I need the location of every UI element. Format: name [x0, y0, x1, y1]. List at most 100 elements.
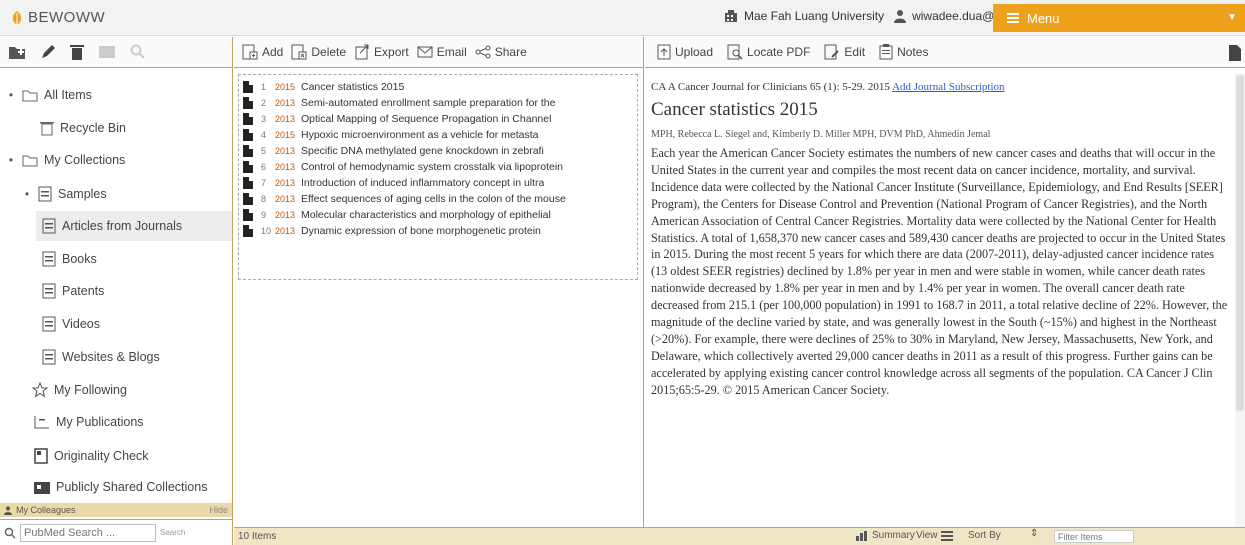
collection-icon — [42, 316, 56, 332]
sidebar-item-patents[interactable]: Patents — [42, 283, 104, 299]
pubmed-search-input[interactable] — [20, 523, 156, 542]
app-logo[interactable]: BEWOWW — [10, 9, 105, 26]
search-button[interactable]: Search — [160, 528, 185, 537]
sidebar-item-label: My Collections — [44, 153, 126, 167]
list-item[interactable]: 5 2013 Specific DNA methylated gene knockd… — [243, 143, 635, 158]
folder-icon — [22, 90, 38, 102]
star-icon — [32, 382, 48, 398]
document-icon — [243, 128, 253, 141]
collection-icon — [42, 283, 56, 299]
item-year: 2015 — [275, 129, 296, 140]
item-year: 2013 — [275, 145, 296, 156]
sort-stepper-icon[interactable]: ⇕ — [1030, 528, 1038, 539]
list-toolbar: Add Delete Export Email Share — [234, 37, 643, 68]
sidebar-item-my-publications[interactable]: My Publications — [34, 415, 144, 429]
export-label: Export — [374, 45, 409, 59]
sidebar-item-videos[interactable]: Videos — [42, 316, 100, 332]
locate-pdf-button[interactable]: Locate PDF — [727, 44, 810, 60]
new-folder-icon[interactable] — [8, 44, 26, 60]
list-item[interactable]: 9 2013 Molecular characteristics and morph… — [243, 208, 635, 223]
detail-toolbar: Upload Locate PDF Edit Notes — [645, 37, 1245, 68]
document-icon[interactable] — [1229, 45, 1241, 61]
list-item[interactable]: 3 2013 Optical Mapping of Sequence Propaga… — [243, 111, 635, 126]
item-title: Semi-automated enrollment sample prepara… — [301, 96, 556, 109]
list-item[interactable]: 10 2013 Dynamic expression of bone morphog… — [243, 224, 635, 239]
email-button[interactable]: Email — [417, 45, 467, 59]
list-item[interactable]: 6 2013 Control of hemodynamic system cross… — [243, 160, 635, 175]
institution-name[interactable]: Mae Fah Luang University — [744, 9, 884, 23]
share-button[interactable]: Share — [475, 45, 527, 59]
pencil-icon[interactable] — [40, 44, 56, 60]
locate-pdf-icon — [727, 44, 743, 60]
add-label: Add — [262, 45, 284, 59]
collapse-bullet-icon[interactable]: • — [22, 187, 32, 201]
item-year: 2013 — [275, 210, 296, 221]
item-number: 8 — [261, 194, 267, 205]
summary-toggle[interactable]: Summary — [856, 530, 915, 541]
document-icon — [243, 193, 253, 206]
edit-button[interactable]: Edit — [824, 44, 865, 60]
item-year: 2013 — [275, 194, 296, 205]
collection-icon — [42, 349, 56, 365]
sidebar-toolbar — [0, 37, 232, 68]
sidebar-item-originality-check[interactable]: Originality Check — [34, 448, 148, 464]
scrollbar-thumb[interactable] — [1236, 75, 1244, 411]
colleagues-label: My Colleagues — [16, 505, 76, 515]
list-item[interactable]: 4 2015 Hypoxic microenvironment as a vehic… — [243, 127, 635, 142]
colleagues-bar[interactable]: My Colleagues Hide — [0, 503, 232, 517]
detail-scrollbar[interactable] — [1235, 73, 1245, 528]
upload-button[interactable]: Upload — [657, 44, 713, 60]
item-title: Dynamic expression of bone morphogenetic… — [301, 225, 541, 238]
delete-button[interactable]: Delete — [291, 44, 346, 60]
paper-abstract: Each year the American Cancer Society es… — [651, 146, 1228, 397]
list-item[interactable]: 8 2013 Effect sequences of aging cells in … — [243, 192, 635, 207]
sidebar-item-websites-blogs[interactable]: Websites & Blogs — [42, 349, 160, 365]
pubmed-search-bar: Search — [0, 519, 232, 545]
search-icon — [130, 44, 145, 59]
list-item[interactable]: 1 2015 Cancer statistics 2015 — [243, 79, 635, 94]
colleagues-hide[interactable]: Hide — [209, 505, 228, 515]
list-item[interactable]: 7 2013 Introduction of induced inflammator… — [243, 176, 635, 191]
filter-items-input[interactable] — [1054, 530, 1134, 543]
document-icon — [243, 80, 253, 93]
collection-icon — [38, 186, 52, 202]
item-year: 2013 — [275, 178, 296, 189]
add-subscription-link[interactable]: Add Journal Subscription — [892, 81, 1004, 93]
item-number: 4 — [261, 129, 267, 140]
view-toggle[interactable]: View — [916, 530, 953, 541]
building-icon — [725, 9, 737, 22]
item-title: Molecular characteristics and morphology… — [301, 209, 551, 222]
add-doc-icon — [242, 44, 258, 60]
edit-label: Edit — [844, 45, 866, 59]
document-icon — [243, 177, 253, 190]
sidebar-item-recycle-bin[interactable]: Recycle Bin — [40, 120, 126, 136]
sidebar-item-publicly-shared[interactable]: Publicly Shared Collections — [34, 480, 207, 494]
sidebar-item-samples[interactable]: • Samples — [22, 186, 107, 202]
collapse-bullet-icon[interactable]: • — [6, 88, 16, 102]
item-list: 1 2015 Cancer statistics 2015 2 2013 Semi-aut… — [238, 74, 638, 280]
sidebar-item-label: Samples — [58, 187, 107, 201]
paper-title: Cancer statistics 2015 — [651, 99, 818, 120]
sidebar-item-articles-from-journals[interactable]: Articles from Journals — [36, 211, 232, 241]
item-title: Specific DNA methylated gene knockdown i… — [301, 144, 544, 157]
sidebar-item-label: Books — [62, 252, 97, 266]
add-button[interactable]: Add — [242, 44, 283, 60]
item-title: Effect sequences of aging cells in the c… — [301, 193, 566, 206]
notes-button[interactable]: Notes — [879, 44, 928, 60]
menu-button[interactable]: Menu ▼ — [993, 4, 1245, 32]
sidebar-item-my-collections[interactable]: • My Collections — [6, 153, 125, 167]
sidebar-item-my-following[interactable]: My Following — [32, 382, 127, 398]
citation-line: CA A Cancer Journal for Clinicians 65 (1… — [651, 81, 1005, 93]
trash-icon[interactable] — [70, 44, 84, 60]
view-label: View — [916, 530, 938, 541]
collapse-bullet-icon[interactable]: • — [6, 153, 16, 167]
delete-doc-icon — [291, 44, 307, 60]
list-item[interactable]: 2 2013 Semi-automated enrollment sample pr… — [243, 95, 635, 110]
export-button[interactable]: Export — [354, 44, 409, 60]
collection-icon — [42, 251, 56, 267]
list-view-icon — [940, 530, 953, 541]
document-icon — [243, 161, 253, 173]
sidebar-item-all-items[interactable]: • All Items — [6, 88, 92, 102]
sidebar-item-label: Originality Check — [54, 449, 149, 463]
sidebar-item-books[interactable]: Books — [42, 251, 97, 267]
